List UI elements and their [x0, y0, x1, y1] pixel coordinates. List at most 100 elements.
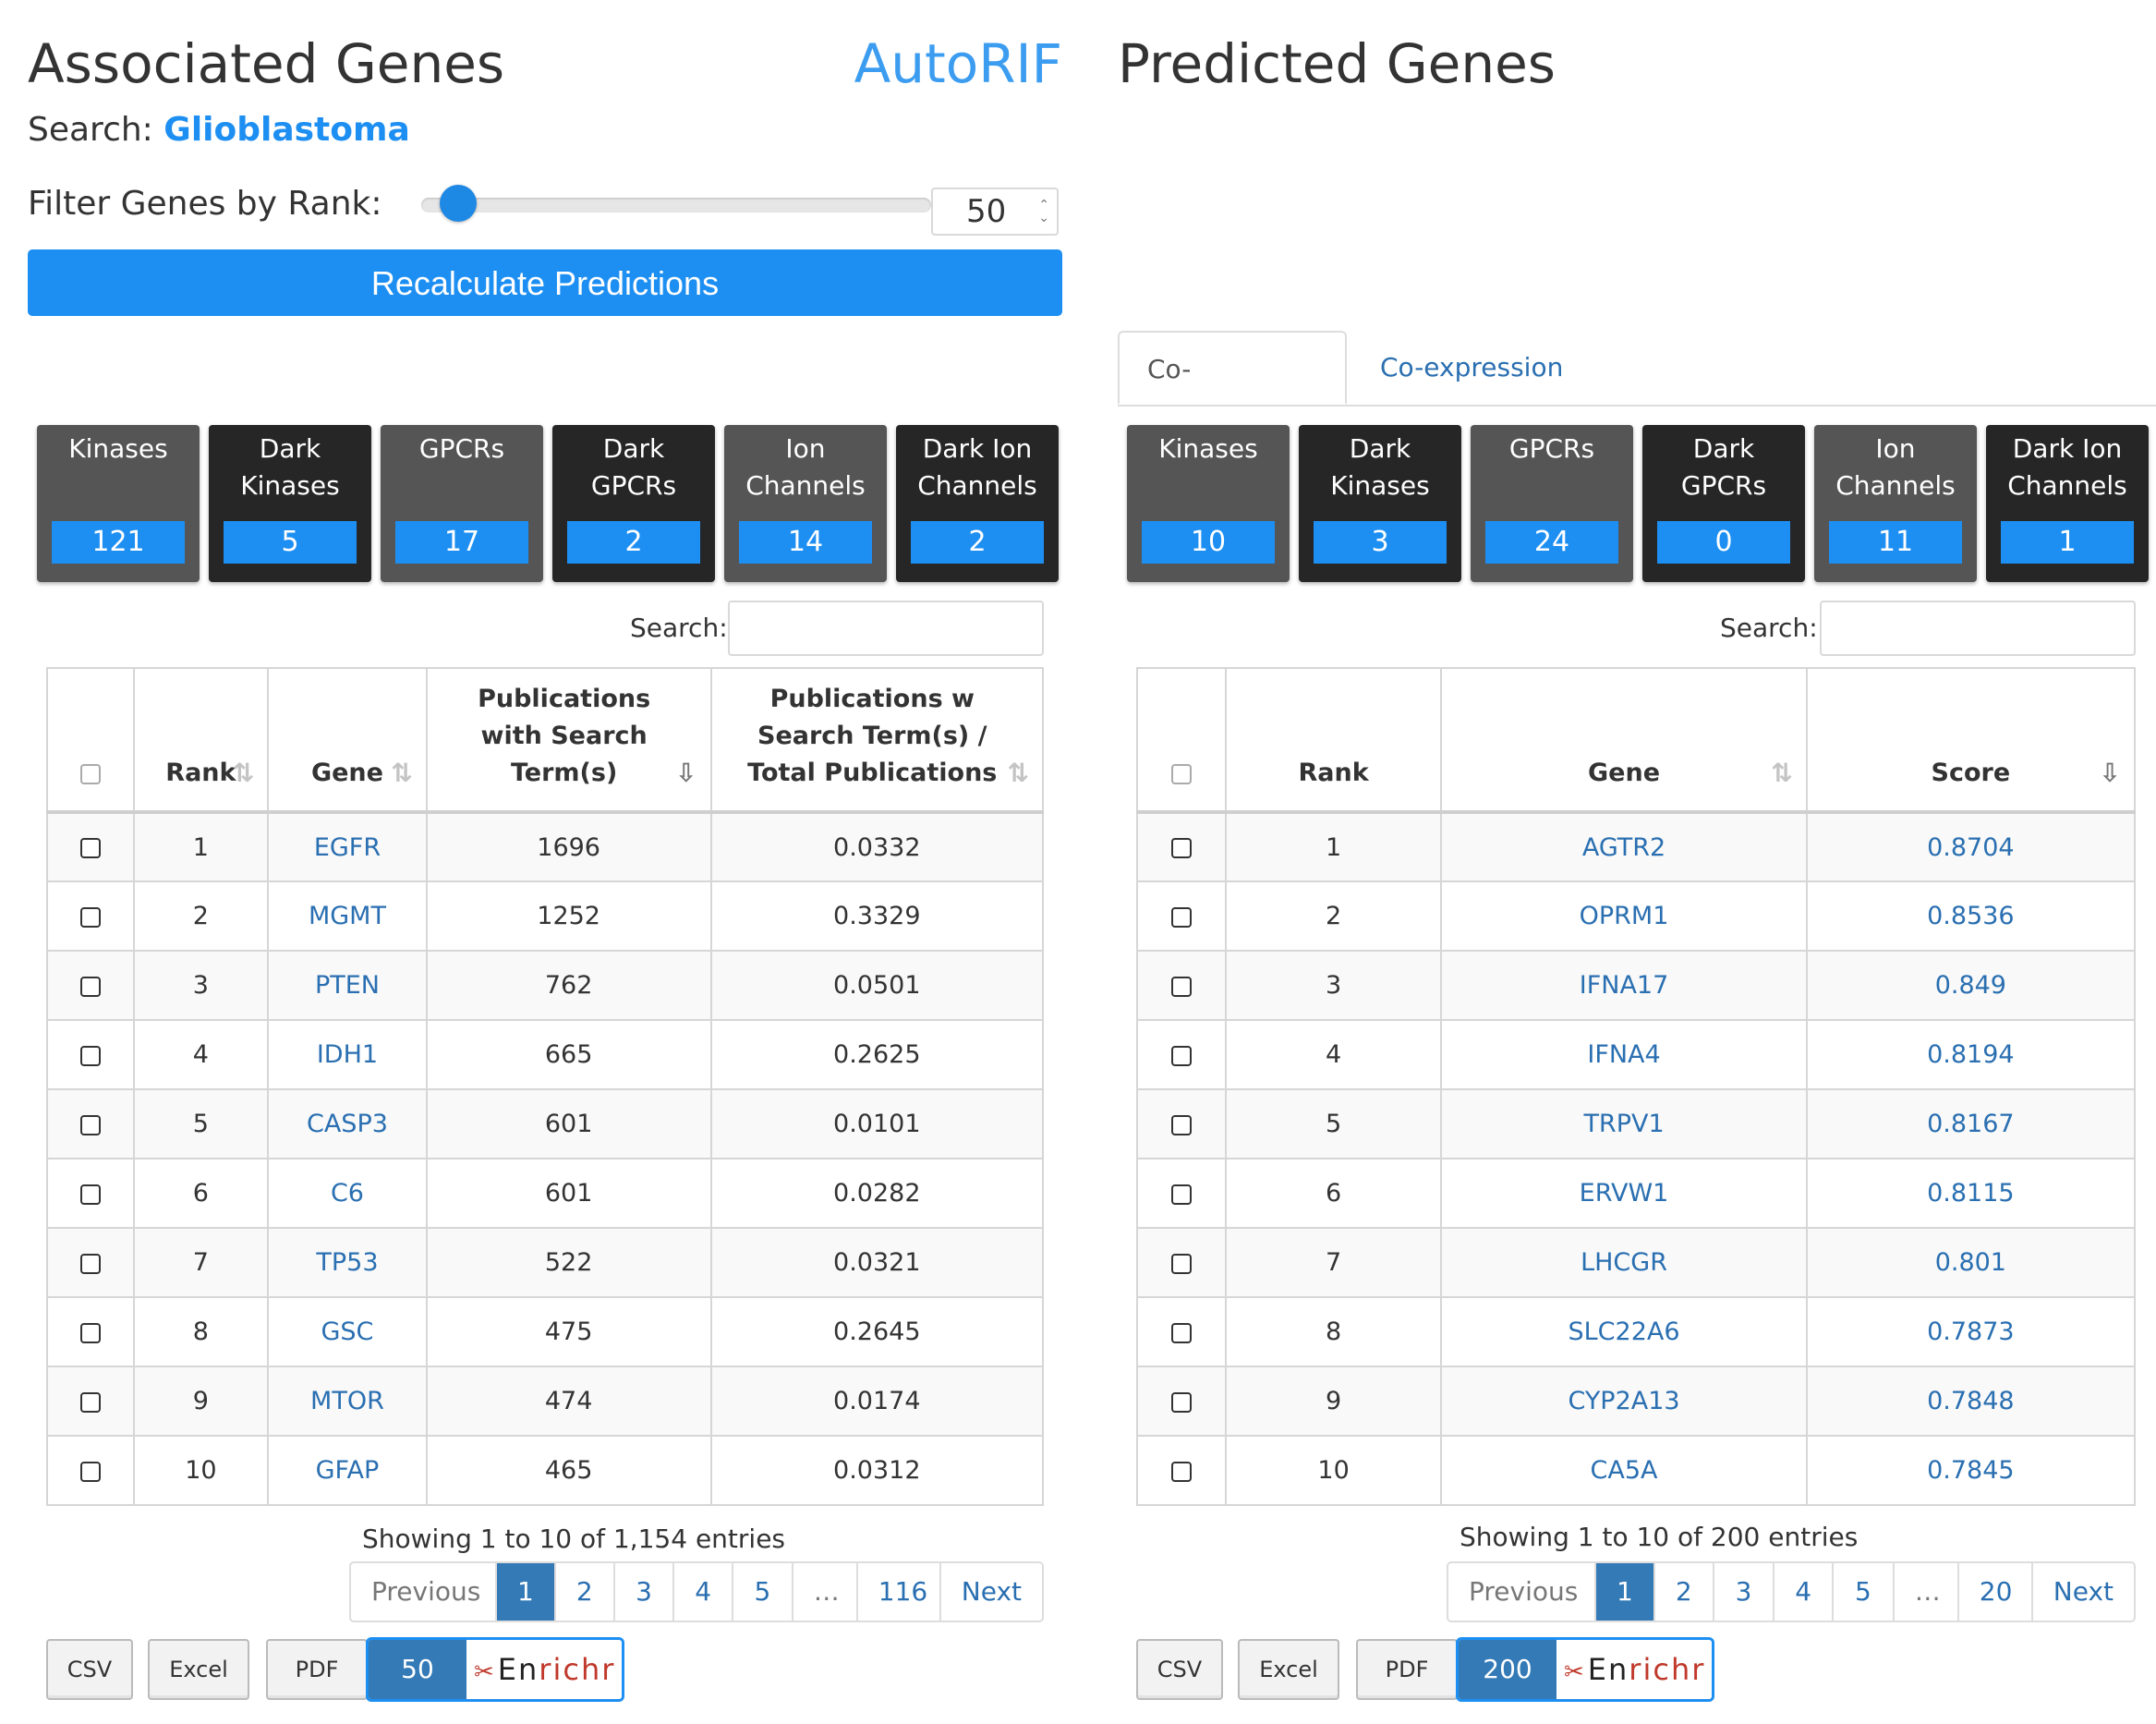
row-checkbox[interactable] — [1170, 1461, 1192, 1482]
score-link[interactable]: 0.7845 — [1927, 1456, 2014, 1485]
category-tile-dark-kinases[interactable]: Dark Kinases 3 — [1299, 425, 1461, 582]
row-select-cell[interactable] — [46, 1227, 135, 1298]
pagination-page-5[interactable]: 5 — [733, 1563, 793, 1621]
column-header-score[interactable]: Score ⇩ — [1805, 667, 2137, 813]
score-link[interactable]: 0.8167 — [1927, 1110, 2014, 1138]
recalculate-predictions-button[interactable]: Recalculate Predictions — [28, 249, 1062, 316]
row-select-cell[interactable] — [46, 1158, 135, 1229]
export-excel-button[interactable]: Excel — [148, 1639, 249, 1700]
row-checkbox[interactable] — [79, 1322, 101, 1343]
row-select-cell[interactable] — [46, 1019, 135, 1090]
row-checkbox[interactable] — [1170, 1045, 1192, 1066]
gene-link[interactable]: SLC22A6 — [1569, 1317, 1680, 1346]
export-excel-button[interactable]: Excel — [1238, 1639, 1339, 1700]
tab-co-occurrence[interactable]: Co-occurrence — [1118, 331, 1347, 458]
autorif-link[interactable]: AutoRIF — [854, 31, 1062, 96]
gene-link[interactable]: MGMT — [309, 902, 386, 930]
export-pdf-button[interactable]: PDF — [1356, 1639, 1458, 1700]
gene-link[interactable]: GSC — [321, 1317, 373, 1346]
select-all-header[interactable] — [1136, 667, 1227, 813]
enrichr-button[interactable]: 200 ✂Enrichr — [1456, 1637, 1714, 1702]
gene-link[interactable]: IFNA4 — [1587, 1040, 1660, 1069]
row-checkbox[interactable] — [79, 906, 101, 928]
gene-link[interactable]: IDH1 — [317, 1040, 378, 1069]
row-select-cell[interactable] — [1136, 1296, 1227, 1367]
column-header-rank[interactable]: Rank — [1224, 667, 1443, 813]
score-link[interactable]: 0.8536 — [1927, 902, 2014, 930]
row-select-cell[interactable] — [46, 950, 135, 1021]
gene-link[interactable]: EGFR — [314, 833, 381, 862]
pagination-page-1[interactable]: 1 — [1596, 1563, 1655, 1621]
row-select-cell[interactable] — [1136, 1227, 1227, 1298]
category-tile-ion-channels[interactable]: Ion Channels 14 — [724, 425, 887, 582]
column-header-gene[interactable]: Gene ⇅ — [1440, 667, 1808, 813]
row-checkbox[interactable] — [1170, 976, 1192, 997]
row-select-cell[interactable] — [46, 1366, 135, 1437]
row-select-cell[interactable] — [46, 811, 135, 882]
row-checkbox[interactable] — [79, 1253, 101, 1274]
gene-link[interactable]: PTEN — [315, 971, 380, 1000]
row-checkbox[interactable] — [1170, 1114, 1192, 1135]
tab-co-expression[interactable]: Co-expression — [1352, 331, 1591, 405]
score-link[interactable]: 0.7873 — [1927, 1317, 2014, 1346]
score-link[interactable]: 0.849 — [1935, 971, 2006, 1000]
sort-desc-icon[interactable]: ⇩ — [2100, 755, 2121, 792]
enrichr-button[interactable]: 50 ✂Enrichr — [366, 1637, 624, 1702]
pagination-page-5[interactable]: 5 — [1834, 1563, 1895, 1621]
export-pdf-button[interactable]: PDF — [266, 1639, 368, 1700]
select-all-checkbox[interactable] — [79, 763, 101, 784]
export-csv-button[interactable]: CSV — [46, 1639, 133, 1700]
table-search-input[interactable] — [728, 601, 1044, 656]
row-select-cell[interactable] — [1136, 811, 1227, 882]
pagination-previous[interactable]: Previous — [351, 1563, 497, 1621]
sort-icon[interactable]: ⇅ — [391, 755, 412, 792]
sort-icon[interactable]: ⇅ — [1008, 755, 1029, 792]
row-select-cell[interactable] — [46, 1435, 135, 1506]
category-tile-dark-gpcrs[interactable]: Dark GPCRs 0 — [1642, 425, 1805, 582]
gene-link[interactable]: TRPV1 — [1583, 1110, 1664, 1138]
pagination-page-2[interactable]: 2 — [1655, 1563, 1714, 1621]
spinner-arrows-icon[interactable]: ⌃ ⌄ — [1038, 199, 1049, 225]
row-select-cell[interactable] — [46, 880, 135, 952]
score-link[interactable]: 0.801 — [1935, 1248, 2006, 1277]
row-checkbox[interactable] — [1170, 1391, 1192, 1413]
row-checkbox[interactable] — [79, 1114, 101, 1135]
pagination-next[interactable]: Next — [941, 1563, 1042, 1621]
category-tile-dark-ion-channels[interactable]: Dark Ion Channels 2 — [896, 425, 1059, 582]
row-select-cell[interactable] — [1136, 1366, 1227, 1437]
row-select-cell[interactable] — [1136, 1158, 1227, 1229]
category-tile-dark-gpcrs[interactable]: Dark GPCRs 2 — [552, 425, 715, 582]
gene-link[interactable]: CA5A — [1591, 1456, 1658, 1485]
select-all-checkbox[interactable] — [1170, 763, 1192, 784]
sort-icon[interactable]: ⇅ — [233, 755, 254, 792]
gene-link[interactable]: AGTR2 — [1582, 833, 1665, 862]
table-search-input[interactable] — [1820, 601, 2136, 656]
row-checkbox[interactable] — [1170, 1184, 1192, 1205]
select-all-header[interactable] — [46, 667, 135, 813]
pagination-page-2[interactable]: 2 — [556, 1563, 615, 1621]
score-link[interactable]: 0.8115 — [1927, 1179, 2014, 1208]
pagination-previous[interactable]: Previous — [1448, 1563, 1596, 1621]
column-header-rank[interactable]: Rank ⇅ — [132, 667, 270, 813]
row-checkbox[interactable] — [1170, 1253, 1192, 1274]
pagination-page-last[interactable]: 20 — [1959, 1563, 2033, 1621]
row-checkbox[interactable] — [79, 1391, 101, 1413]
pagination-page-4[interactable]: 4 — [1774, 1563, 1835, 1621]
row-checkbox[interactable] — [79, 1045, 101, 1066]
row-select-cell[interactable] — [46, 1296, 135, 1367]
score-link[interactable]: 0.8704 — [1927, 833, 2014, 862]
row-checkbox[interactable] — [79, 1461, 101, 1482]
pagination-page-3[interactable]: 3 — [1714, 1563, 1775, 1621]
row-checkbox[interactable] — [79, 976, 101, 997]
column-header-ratio[interactable]: Publications w Search Term(s) / Total Pu… — [709, 667, 1045, 813]
rank-slider[interactable] — [421, 185, 931, 222]
pagination-page-last[interactable]: 116 — [858, 1563, 941, 1621]
category-tile-gpcrs[interactable]: GPCRs 24 — [1471, 425, 1633, 582]
pagination-next[interactable]: Next — [2033, 1563, 2134, 1621]
search-term[interactable]: Glioblastoma — [164, 111, 410, 149]
row-select-cell[interactable] — [1136, 880, 1227, 952]
row-select-cell[interactable] — [1136, 1435, 1227, 1506]
row-checkbox[interactable] — [1170, 838, 1192, 858]
category-tile-kinases[interactable]: Kinases 121 — [37, 425, 200, 582]
row-checkbox[interactable] — [1170, 1322, 1192, 1343]
